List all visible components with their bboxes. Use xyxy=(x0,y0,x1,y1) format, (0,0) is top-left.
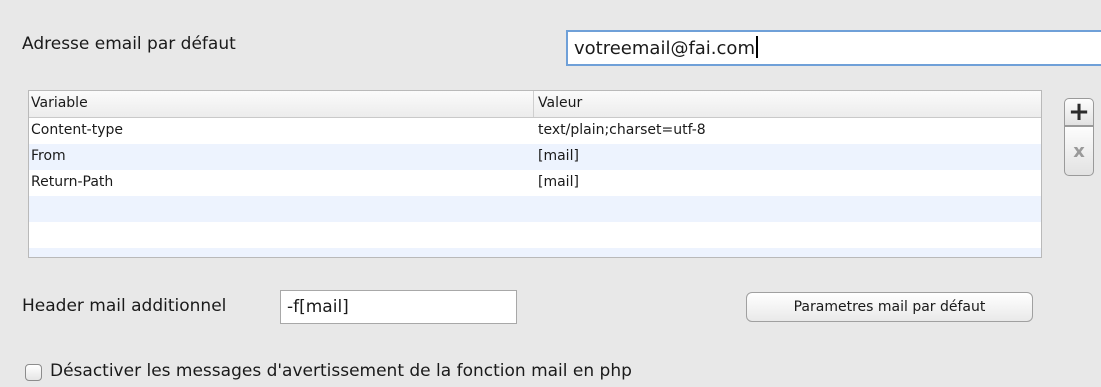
text-caret xyxy=(755,36,758,58)
remove-row-button[interactable]: x xyxy=(1064,126,1094,176)
table-row[interactable]: Return-Path [mail] xyxy=(29,170,1041,196)
header-mail-input[interactable]: -f[mail] xyxy=(280,290,517,324)
table-header: Variable Valeur xyxy=(29,91,1041,118)
header-mail-label: Header mail additionnel xyxy=(22,296,227,316)
row-value-cell: [mail] xyxy=(538,148,579,164)
empty-table-row xyxy=(29,222,1041,248)
row-value-cell: text/plain;charset=utf-8 xyxy=(538,122,706,138)
default-email-input[interactable]: votreemail@fai.com xyxy=(566,30,1101,66)
default-email-label: Adresse email par défaut xyxy=(22,34,236,54)
column-header-valeur[interactable]: Valeur xyxy=(534,91,1041,117)
disable-warnings-checkbox[interactable] xyxy=(25,364,42,381)
row-value-cell: [mail] xyxy=(538,174,579,190)
column-header-variable[interactable]: Variable xyxy=(29,91,534,117)
add-row-button[interactable]: + xyxy=(1064,98,1094,126)
table-row[interactable]: From [mail] xyxy=(29,144,1041,170)
disable-warnings-label[interactable]: Désactiver les messages d'avertissement … xyxy=(50,361,632,381)
row-variable-cell: Content-type xyxy=(31,122,124,138)
empty-table-row xyxy=(29,248,1041,257)
variables-table[interactable]: Variable Valeur Content-type text/plain;… xyxy=(28,90,1042,258)
remove-icon: x xyxy=(1073,141,1085,162)
default-mail-settings-button[interactable]: Parametres mail par défaut xyxy=(746,292,1033,322)
row-variable-cell: From xyxy=(31,148,66,164)
table-row[interactable]: Content-type text/plain;charset=utf-8 xyxy=(29,118,1041,144)
default-email-value: votreemail@fai.com xyxy=(574,38,755,59)
row-variable-cell: Return-Path xyxy=(31,174,114,190)
empty-table-row xyxy=(29,196,1041,222)
